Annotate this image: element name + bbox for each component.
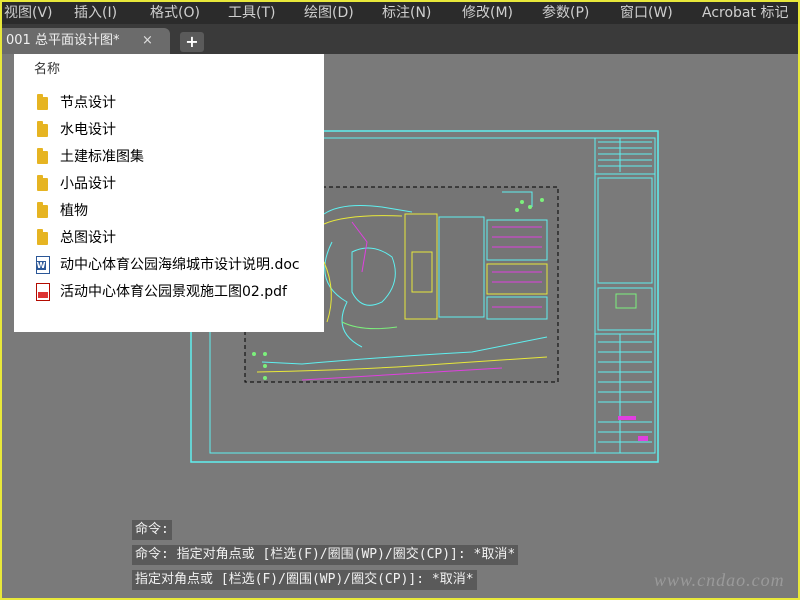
tab-drawing[interactable]: 001 总平面设计图* × (2, 28, 170, 54)
title-block (594, 137, 656, 454)
word-doc-icon: W (34, 256, 52, 274)
item-label: 总图设计 (60, 230, 116, 246)
menu-modify[interactable]: 修改(M) (462, 3, 513, 23)
menu-acrobat[interactable]: Acrobat 标记 (702, 3, 788, 23)
item-label: 活动中心体育公园景观施工图02.pdf (60, 284, 287, 300)
command-line: 命令: 指定对角点或 [栏选(F)/圈围(WP)/圈交(CP)]: *取消* (132, 545, 519, 565)
document-tab-bar: 001 总平面设计图* × + (2, 24, 798, 54)
item-label: 植物 (60, 203, 88, 219)
file-browser-panel: 名称 节点设计 水电设计 土建标准图集 小品设计 植物 总图设计 W 动中心体育… (14, 54, 324, 332)
item-label: 土建标准图集 (60, 149, 144, 165)
folder-icon (34, 148, 52, 166)
app-window: 视图(V) 插入(I) 格式(O) 工具(T) 绘图(D) 标注(N) 修改(M… (0, 0, 800, 600)
close-icon[interactable]: × (142, 28, 153, 54)
menu-view[interactable]: 视图(V) (4, 3, 53, 23)
menu-bar: 视图(V) 插入(I) 格式(O) 工具(T) 绘图(D) 标注(N) 修改(M… (2, 2, 798, 24)
command-line: 命令: (132, 520, 172, 540)
menu-tools[interactable]: 工具(T) (228, 3, 275, 23)
item-label: 动中心体育公园海绵城市设计说明.doc (60, 257, 300, 273)
column-header-name[interactable]: 名称 (34, 58, 60, 77)
folder-icon (34, 229, 52, 247)
watermark-text: www.cndao.com (654, 570, 785, 590)
pdf-icon (34, 283, 52, 301)
folder-icon (34, 175, 52, 193)
folder-icon (34, 202, 52, 220)
item-label: 水电设计 (60, 122, 116, 138)
item-label: 节点设计 (60, 95, 116, 111)
menu-draw[interactable]: 绘图(D) (304, 3, 354, 23)
add-tab-button[interactable]: + (180, 32, 204, 52)
menu-format[interactable]: 格式(O) (150, 3, 200, 23)
item-label: 小品设计 (60, 176, 116, 192)
folder-icon (34, 94, 52, 112)
tab-title: 001 总平面设计图* (6, 33, 120, 48)
menu-window[interactable]: 窗口(W) (620, 3, 673, 23)
folder-icon (34, 121, 52, 139)
menu-insert[interactable]: 插入(I) (74, 3, 117, 23)
command-line: 指定对角点或 [栏选(F)/圈围(WP)/圈交(CP)]: *取消* (132, 570, 477, 590)
menu-dimension[interactable]: 标注(N) (382, 3, 431, 23)
menu-parameters[interactable]: 参数(P) (542, 3, 589, 23)
